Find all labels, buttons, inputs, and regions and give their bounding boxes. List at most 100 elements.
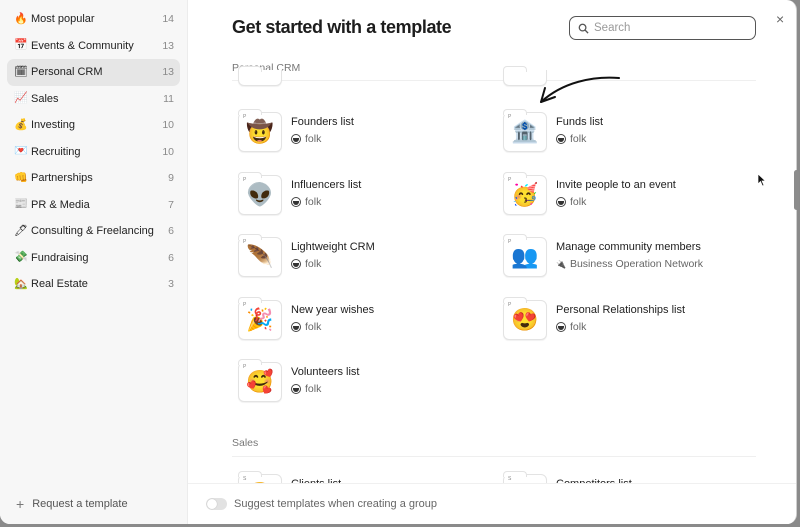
section-tag: P [243, 114, 247, 120]
suggest-templates-label: Suggest templates when creating a group [234, 498, 438, 510]
template-card[interactable]: P 👽 Influencers list folk [238, 171, 362, 215]
category-icon: 📰 [14, 198, 28, 211]
search-icon [578, 23, 589, 34]
category-count: 10 [162, 145, 174, 158]
category-icon: 📅 [14, 39, 28, 52]
template-name: Influencers list [291, 178, 362, 191]
close-button[interactable]: × [776, 11, 784, 27]
category-count: 7 [168, 198, 174, 211]
owner-name: folk [305, 320, 322, 333]
scrollbar-thumb[interactable] [794, 170, 799, 210]
category-icon: 🗓 [14, 65, 28, 78]
template-card[interactable]: P 🏦 Funds list folk [503, 109, 603, 152]
category-count: 3 [168, 278, 174, 291]
request-template-label: Request a template [32, 498, 128, 510]
section-tag: P [243, 301, 247, 308]
template-thumbnail: P 👽 [238, 171, 282, 215]
template-emoji-icon: 🪶 [246, 244, 274, 269]
sidebar-item-events-community[interactable]: 📅 Events & Community 13 [7, 33, 180, 60]
category-count: 9 [168, 172, 174, 185]
section-tag: S [508, 476, 512, 482]
category-icon: 💰 [14, 118, 28, 131]
category-label: Personal CRM [31, 66, 103, 79]
category-count: 14 [162, 13, 174, 26]
template-list[interactable]: Personal CRM P 🤠 Founders list folk P 🏦 Funds … [188, 56, 796, 483]
template-emoji-icon: 👥 [511, 244, 539, 269]
template-thumbnail: P 🤠 [238, 109, 282, 152]
sidebar-item-personal-crm[interactable]: 🗓 Personal CRM 13 [7, 59, 180, 86]
sidebar-item-fundraising[interactable]: 💸 Fundraising 6 [7, 245, 180, 272]
folk-logo-icon [556, 321, 566, 332]
owner-name: folk [570, 320, 587, 333]
section-tag: P [243, 239, 247, 245]
template-emoji-icon: 🥰 [246, 369, 274, 394]
category-icon: 👊 [14, 171, 28, 184]
request-template-button[interactable]: + Request a template [16, 496, 128, 512]
sidebar-item-consulting-freelancing[interactable]: 🖊 Consulting & Freelancing 6 [7, 218, 180, 245]
template-emoji-icon: 🤠 [246, 119, 274, 144]
template-thumbnail: S⋮⋮⋮ [492, 471, 558, 483]
template-card[interactable]: S⋮⋮⋮Competitors list [492, 471, 632, 483]
template-emoji-icon: 🎉 [246, 306, 274, 332]
section-label: Sales [232, 437, 259, 449]
category-label: Most popular [31, 13, 95, 26]
section-divider [232, 80, 756, 81]
sidebar-item-most-popular[interactable]: 🔥 Most popular 14 [7, 6, 180, 33]
category-label: Fundraising [31, 251, 89, 264]
template-emoji-icon: 🥳 [511, 181, 539, 207]
network-icon: 🔌 [556, 259, 566, 269]
folk-logo-icon [556, 134, 566, 144]
section-tag: P [508, 176, 512, 183]
template-card[interactable]: P 🎉 New year wishes folk [238, 296, 375, 340]
folk-logo-icon [291, 134, 301, 144]
category-count: 6 [168, 251, 174, 264]
category-icon: 💌 [14, 145, 28, 158]
template-thumbnail: P 🏦 [503, 109, 547, 152]
category-icon: 🖊 [14, 224, 28, 237]
category-label: Partnerships [31, 172, 93, 185]
template-card[interactable]: S😊Clients list [238, 471, 341, 483]
template-thumbnail: P 👥 [503, 234, 547, 277]
template-card[interactable]: P 😍 Personal Relationships list folk [503, 296, 685, 340]
template-name: Invite people to an event [556, 178, 676, 191]
sidebar-item-real-estate[interactable]: 🏡 Real Estate 3 [7, 271, 180, 298]
owner-name: folk [570, 133, 587, 145]
template-owner: 🔌 Business Operation Network [556, 258, 703, 270]
sidebar-item-sales[interactable]: 📈 Sales 11 [7, 86, 180, 113]
template-thumbnail: P 🥰 [238, 359, 282, 402]
template-name: Founders list [291, 116, 354, 128]
owner-name: folk [305, 195, 322, 208]
category-count: 13 [162, 39, 174, 52]
template-card[interactable]: P 🥰 Volunteers list folk [238, 359, 360, 402]
owner-name: Business Operation Network [569, 258, 704, 270]
sidebar-item-investing[interactable]: 💰 Investing 10 [7, 112, 180, 139]
category-label: Investing [31, 119, 76, 132]
category-count: 13 [162, 66, 174, 79]
template-thumbnail: P 🪶 [238, 234, 282, 277]
category-label: PR & Media [31, 198, 90, 211]
folk-logo-icon [291, 259, 301, 269]
template-name: Volunteers list [291, 366, 360, 378]
template-card[interactable]: P 🪶 Lightweight CRM folk [238, 234, 375, 277]
sidebar-item-partnerships[interactable]: 👊 Partnerships 9 [7, 165, 180, 192]
category-sidebar: 🔥 Most popular 14 📅 Events & Community 13 🗓 Per… [0, 0, 188, 524]
section-tag: P [508, 239, 512, 245]
section-divider [232, 456, 756, 457]
category-count: 6 [168, 225, 174, 238]
search-input[interactable] [594, 22, 744, 34]
template-card[interactable]: P 👥 Manage community members 🔌 Business Oper… [503, 234, 703, 277]
category-icon: 🏡 [14, 277, 28, 290]
sidebar-item-recruiting[interactable]: 💌 Recruiting 10 [7, 139, 180, 166]
search-box[interactable] [569, 16, 756, 40]
folk-logo-icon [291, 321, 301, 332]
template-owner: folk [291, 383, 359, 395]
template-card[interactable]: P 🥳 Invite people to an event folk [503, 171, 676, 215]
sidebar-item-pr-media[interactable]: 📰 PR & Media 7 [7, 192, 180, 219]
template-name: New year wishes [291, 303, 375, 316]
suggest-templates-toggle[interactable] [206, 498, 227, 510]
hand-drawn-arrow-icon [540, 76, 620, 103]
template-owner: folk [556, 196, 676, 208]
template-thumbnail: S😊 [238, 471, 282, 483]
template-card[interactable]: P 🤠 Founders list folk [238, 109, 354, 152]
category-count: 11 [163, 92, 174, 105]
